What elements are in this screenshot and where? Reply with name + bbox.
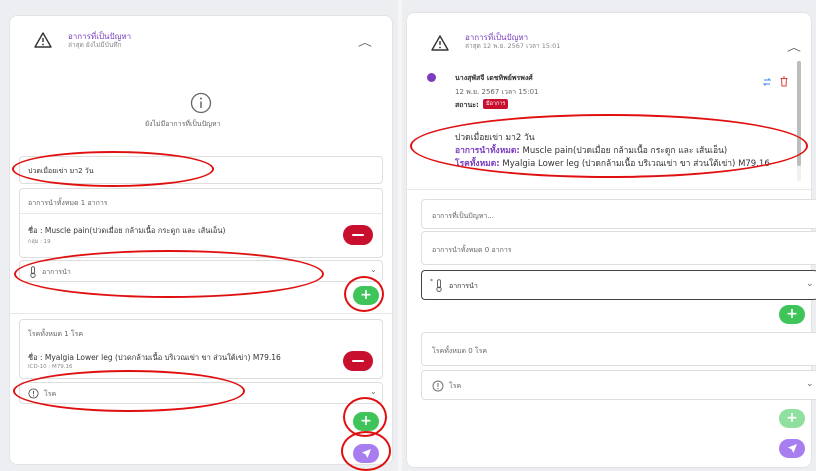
- send-icon: [788, 444, 797, 453]
- thermometer-icon: [436, 279, 442, 292]
- panel-subtitle: ล่าสุด 12 พ.ย. 2567 เวลา 15:01: [465, 42, 561, 50]
- diagnosis-card: โรคทั้งหมด 1 โรค ชื่อ : Myalgia Lower le…: [19, 319, 383, 379]
- trash-icon[interactable]: [779, 76, 789, 87]
- add-symptom-button[interactable]: +: [779, 305, 805, 324]
- note-line: ปวดเมื่อยเข่า มา2 วัน: [455, 133, 535, 143]
- symptoms-card: อาการนำทั้งหมด 1 อาการ ชื่อ : Muscle pai…: [19, 188, 383, 258]
- symptom-select-placeholder: อาการนำ: [42, 268, 71, 276]
- send-icon: [362, 449, 371, 458]
- alert-circle-icon: [432, 380, 444, 392]
- symptoms-header: อาการนำทั้งหมด 1 อาการ: [28, 199, 108, 207]
- remove-symptom-button[interactable]: [343, 225, 373, 245]
- complaint-placeholder: อาการที่เป็นปัญหา...: [432, 212, 494, 220]
- left-problem-panel: อาการที่เป็นปัญหา ล่าสุด ยังไม่มีบันทึก …: [9, 15, 394, 465]
- copy-icon[interactable]: [762, 77, 772, 87]
- remove-diagnosis-button[interactable]: [343, 351, 373, 371]
- status-badge: มีอาการ: [483, 99, 509, 109]
- entry-author: นางสุพัสจี เดชทิพย์พรพงศ์: [455, 74, 533, 82]
- symptom-select[interactable]: * อาการนำ ⌄: [421, 270, 816, 300]
- add-diagnosis-button[interactable]: +: [353, 412, 379, 431]
- status-label: สถานะ:: [455, 101, 479, 109]
- entry-date: 12 พ.ย. 2567 เวลา 15:01: [455, 88, 539, 96]
- empty-state-text: ยังไม่มีอาการที่เป็นปัญหา: [145, 120, 221, 128]
- note-symptoms: อาการนำทั้งหมด: Muscle pain(ปวดเมื่อย กล…: [455, 143, 727, 157]
- symptom-select-placeholder: อาการนำ: [449, 282, 478, 290]
- symptom-name: ชื่อ : Muscle pain(ปวดเมื่อย กล้ามเนื้อ …: [28, 226, 226, 235]
- note-symptoms-prefix: อาการนำทั้งหมด:: [455, 146, 520, 156]
- diagnosis-select[interactable]: โรค ⌄: [19, 382, 383, 404]
- scrollbar-thumb[interactable]: [797, 61, 801, 166]
- symptom-group: กลุ่ม : 19: [28, 239, 51, 245]
- add-symptom-button[interactable]: +: [353, 286, 379, 305]
- diagnosis-card: โรคทั้งหมด 0 โรค: [421, 332, 816, 366]
- symptoms-header: อาการนำทั้งหมด 0 อาการ: [432, 246, 512, 254]
- author-dot: [427, 73, 436, 82]
- panel-gap: [398, 0, 402, 471]
- warning-icon: [34, 32, 52, 48]
- panel-subtitle: ล่าสุด ยังไม่มีบันทึก: [68, 41, 122, 49]
- complaint-value: ปวดเมื่อยเข่า มา2 วัน: [28, 167, 94, 175]
- chevron-down-icon: ⌄: [806, 279, 814, 289]
- scrollbar-track[interactable]: [797, 61, 801, 181]
- send-button[interactable]: [779, 439, 805, 458]
- note-diseases-prefix: โรคทั้งหมด:: [455, 159, 500, 169]
- chevron-down-icon: ⌄: [370, 265, 377, 274]
- diagnosis-header: โรคทั้งหมด 1 โรค: [28, 330, 84, 338]
- diagnosis-select-placeholder: โรค: [449, 382, 462, 390]
- alert-circle-icon: [28, 388, 39, 399]
- add-diagnosis-button[interactable]: +: [779, 409, 805, 428]
- symptoms-card: อาการนำทั้งหมด 0 อาการ: [421, 231, 816, 265]
- chevron-down-icon: ⌄: [806, 379, 814, 389]
- diagnosis-name: ชื่อ : Myalgia Lower leg (ปวดกล้ามเนื้อ …: [28, 353, 281, 362]
- thermometer-icon: [30, 266, 36, 278]
- symptom-select[interactable]: อาการนำ ⌄: [19, 260, 383, 282]
- warning-icon: [431, 35, 449, 51]
- note-diseases: โรคทั้งหมด: Myalgia Lower leg (ปวดกล้ามเ…: [455, 156, 770, 170]
- diagnosis-select-placeholder: โรค: [44, 390, 57, 398]
- complaint-input[interactable]: ปวดเมื่อยเข่า มา2 วัน: [19, 156, 383, 184]
- note-diseases-value: Myalgia Lower leg (ปวดกล้ามเนื้อ บริเวณเ…: [499, 159, 770, 169]
- diagnosis-code: ICD-10 : M79.16: [28, 364, 73, 370]
- chevron-down-icon: ⌄: [370, 387, 377, 396]
- collapse-chevron-icon[interactable]: ︿: [787, 39, 801, 54]
- right-problem-panel: อาการที่เป็นปัญหา ล่าสุด 12 พ.ย. 2567 เว…: [406, 12, 816, 468]
- diagnosis-select[interactable]: โรค ⌄: [421, 370, 816, 400]
- required-asterisk: *: [430, 278, 433, 285]
- send-button[interactable]: [353, 444, 379, 463]
- complaint-input[interactable]: อาการที่เป็นปัญหา...: [421, 199, 816, 229]
- diagnosis-header: โรคทั้งหมด 0 โรค: [432, 347, 488, 355]
- collapse-chevron-icon[interactable]: ︿: [358, 34, 372, 49]
- note-symptoms-value: Muscle pain(ปวดเมื่อย กล้ามเนื้อ กระดูก …: [519, 146, 728, 156]
- info-icon: [190, 92, 212, 114]
